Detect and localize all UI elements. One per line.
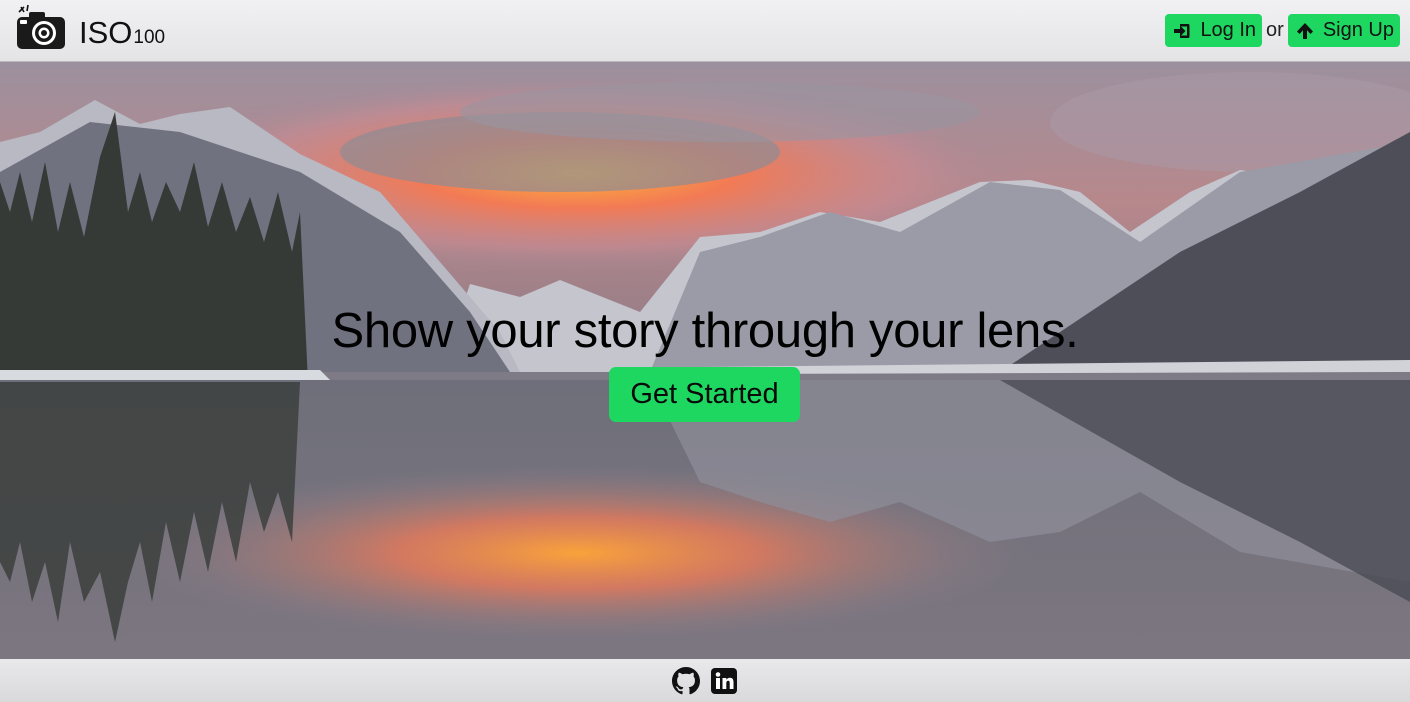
hero-title: Show your story through your lens.: [331, 304, 1079, 358]
hero-background-image: [0, 62, 1410, 659]
brand-logo[interactable]: ISO100: [15, 0, 165, 62]
linkedin-link[interactable]: [710, 667, 738, 695]
footer: [0, 659, 1410, 702]
arrow-up-icon: [1296, 22, 1313, 39]
camera-icon: [17, 4, 65, 49]
login-label: Log In: [1200, 19, 1257, 41]
logo-main: ISO: [79, 15, 133, 50]
or-text: or: [1266, 19, 1284, 41]
login-button[interactable]: Log In: [1165, 14, 1263, 47]
auth-buttons: Log In or Sign Up: [1165, 14, 1400, 47]
github-icon: [672, 666, 700, 694]
signup-label: Sign Up: [1322, 19, 1394, 41]
sign-in-icon: [1174, 23, 1190, 38]
signup-button[interactable]: Sign Up: [1287, 14, 1400, 47]
hero-section: Show your story through your lens. Get S…: [0, 62, 1410, 659]
top-navbar: ISO100 Log In or Sign Up: [0, 0, 1410, 62]
logo-text: ISO100: [79, 17, 165, 48]
github-link[interactable]: [672, 666, 700, 695]
linkedin-icon: [711, 667, 737, 694]
get-started-button[interactable]: Get Started: [609, 367, 800, 422]
logo-sub: 100: [133, 27, 166, 48]
